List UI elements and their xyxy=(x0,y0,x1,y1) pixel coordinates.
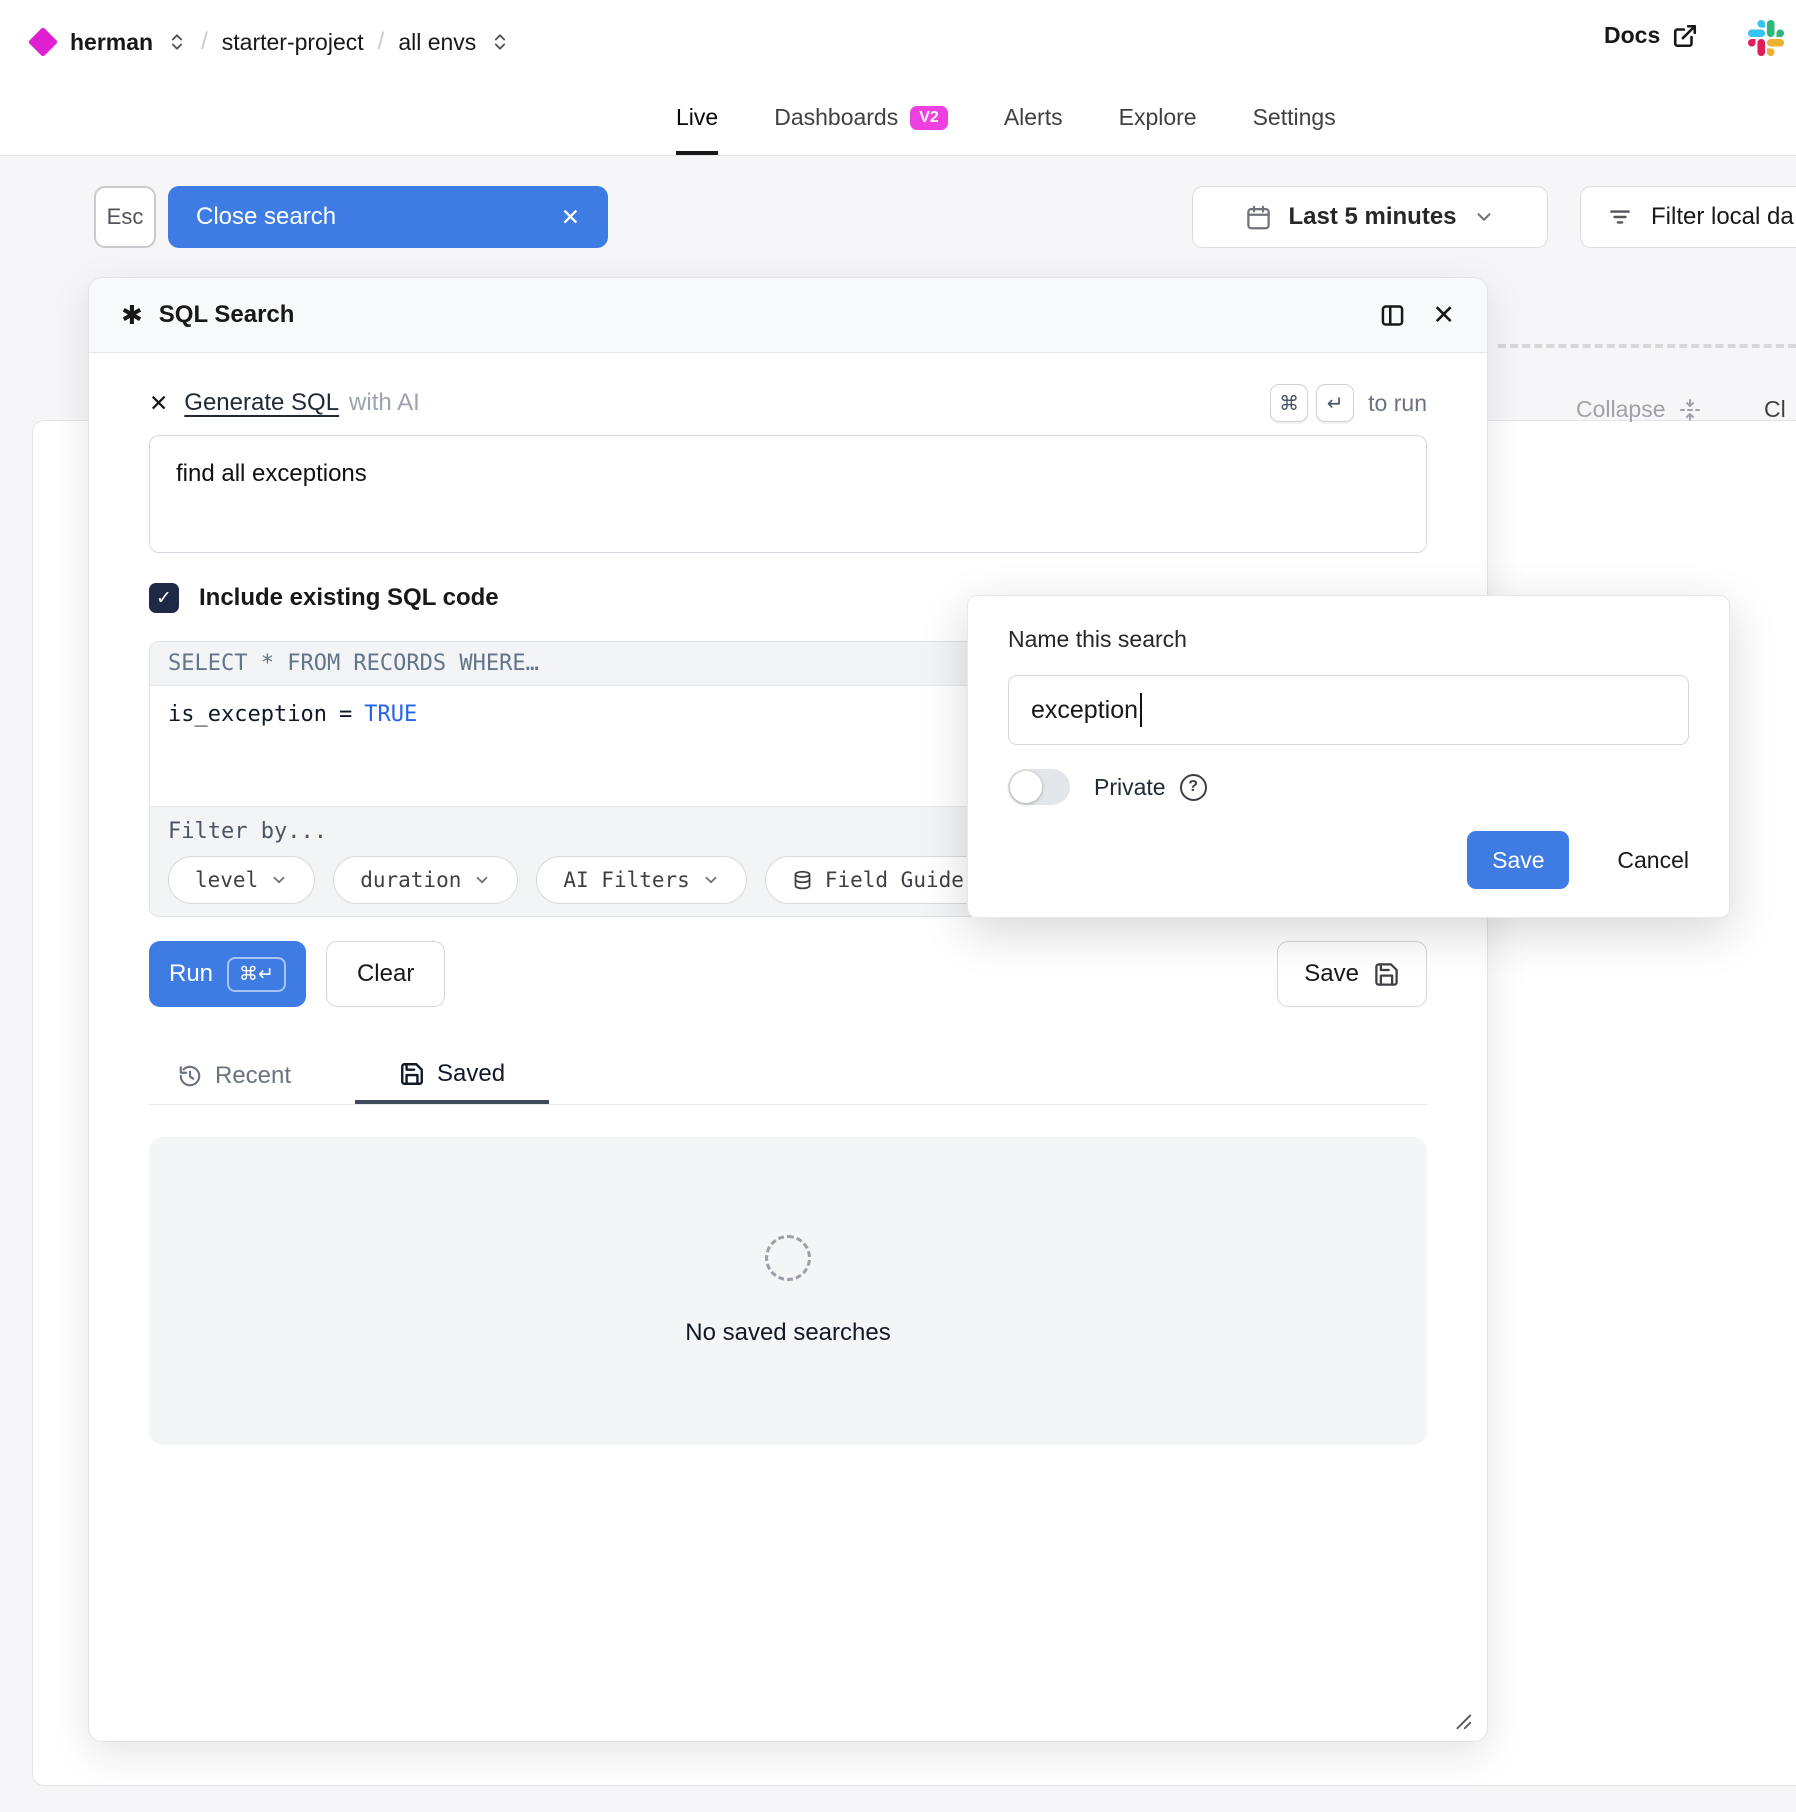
history-icon xyxy=(177,1063,203,1089)
chevron-up-down-icon[interactable] xyxy=(490,32,510,52)
search-list-tabs: Recent Saved xyxy=(149,1047,1427,1105)
run-label: Run xyxy=(169,960,213,988)
chip-ai-filters[interactable]: AI Filters xyxy=(536,856,746,904)
text-caret xyxy=(1140,693,1142,727)
toggle-knob xyxy=(1010,771,1042,803)
private-toggle[interactable] xyxy=(1008,769,1070,805)
clear-filters-partial-label[interactable]: Cl xyxy=(1764,396,1786,423)
chevron-down-icon xyxy=(1473,206,1495,228)
search-name-input[interactable]: exception xyxy=(1008,675,1689,745)
modal-cancel-button[interactable]: Cancel xyxy=(1617,847,1689,874)
tab-live[interactable]: Live xyxy=(676,104,718,155)
tab-explore[interactable]: Explore xyxy=(1119,104,1197,155)
chevron-down-icon xyxy=(270,871,288,889)
brand-diamond-icon xyxy=(28,27,58,57)
code-value: TRUE xyxy=(364,702,417,727)
chip-field-guide[interactable]: Field Guide xyxy=(765,856,991,904)
include-sql-label: Include existing SQL code xyxy=(199,584,499,612)
sparkle-icon: ✱ xyxy=(121,300,143,331)
tab-recent[interactable]: Recent xyxy=(177,1047,291,1104)
saved-searches-empty-state: No saved searches xyxy=(149,1137,1427,1445)
close-search-button[interactable]: Close search ✕ xyxy=(168,186,608,248)
save-floppy-icon xyxy=(399,1061,425,1087)
enter-key-icon: ↵ xyxy=(1316,384,1354,422)
empty-state-message: No saved searches xyxy=(685,1319,890,1347)
run-hint-label: to run xyxy=(1368,390,1427,417)
generate-sql-link[interactable]: Generate SQL xyxy=(184,389,339,417)
chart-dashed-divider xyxy=(1498,344,1796,348)
sql-search-panel: ✱ SQL Search ✕ ✕ Generate SQL with AI ⌘ … xyxy=(88,277,1488,1742)
cmd-key-icon: ⌘ xyxy=(1270,384,1308,422)
sql-search-panel-header: ✱ SQL Search ✕ xyxy=(89,278,1487,353)
calendar-icon xyxy=(1245,204,1272,231)
chevron-down-icon xyxy=(702,871,720,889)
env-selector[interactable]: all envs xyxy=(398,29,476,56)
chip-level[interactable]: level xyxy=(168,856,315,904)
generate-sql-suffix: with AI xyxy=(349,389,420,417)
chevron-up-down-icon[interactable] xyxy=(167,32,187,52)
run-shortcut-badge: ⌘↵ xyxy=(227,957,286,992)
filter-lines-icon xyxy=(1607,204,1633,230)
dock-to-side-icon[interactable] xyxy=(1379,302,1406,329)
editor-actions-row: Run ⌘↵ Clear Save xyxy=(149,941,1427,1007)
help-question-icon[interactable]: ? xyxy=(1180,774,1207,801)
top-bar: herman / starter-project / all envs Docs xyxy=(0,0,1796,156)
docs-label: Docs xyxy=(1604,22,1660,49)
private-toggle-row: Private ? xyxy=(1008,769,1689,805)
save-floppy-icon xyxy=(1373,961,1400,988)
clear-button[interactable]: Clear xyxy=(326,941,445,1007)
search-name-value: exception xyxy=(1031,696,1138,725)
modal-actions: Save Cancel xyxy=(1008,831,1689,889)
collapse-control[interactable]: Collapse xyxy=(1576,396,1702,423)
collapse-icon xyxy=(1678,398,1702,422)
run-button[interactable]: Run ⌘↵ xyxy=(149,941,306,1007)
panel-resize-handle[interactable] xyxy=(1451,1709,1473,1731)
modal-save-button[interactable]: Save xyxy=(1467,831,1569,889)
org-selector[interactable]: herman xyxy=(70,29,153,56)
close-panel-icon[interactable]: ✕ xyxy=(1432,302,1455,329)
empty-spinner-icon xyxy=(765,1235,811,1281)
filter-local-button[interactable]: Filter local da xyxy=(1580,186,1796,248)
external-link-icon xyxy=(1672,23,1698,49)
tab-settings[interactable]: Settings xyxy=(1253,104,1336,155)
include-sql-checkbox[interactable]: ✓ xyxy=(149,583,179,613)
breadcrumb-separator: / xyxy=(378,28,385,56)
chip-duration[interactable]: duration xyxy=(333,856,518,904)
database-icon xyxy=(792,870,813,891)
filter-local-label: Filter local da xyxy=(1651,203,1794,231)
main-nav: Live Dashboards V2 Alerts Explore Settin… xyxy=(676,104,1336,155)
panel-title: SQL Search xyxy=(159,301,295,329)
project-selector[interactable]: starter-project xyxy=(222,29,364,56)
time-range-label: Last 5 minutes xyxy=(1288,203,1456,231)
check-icon: ✓ xyxy=(156,587,172,610)
close-search-label: Close search xyxy=(196,203,336,231)
breadcrumb-separator: / xyxy=(201,28,208,56)
breadcrumb: herman / starter-project / all envs xyxy=(30,20,510,64)
name-search-modal: Name this search exception Private ? Sav… xyxy=(967,595,1730,918)
ai-prompt-input[interactable]: find all exceptions xyxy=(149,435,1427,553)
time-range-dropdown[interactable]: Last 5 minutes xyxy=(1192,186,1548,248)
code-operator: = xyxy=(339,702,352,727)
chevron-down-icon xyxy=(473,871,491,889)
v2-badge: V2 xyxy=(910,106,948,130)
tab-saved[interactable]: Saved xyxy=(355,1047,549,1104)
modal-title: Name this search xyxy=(1008,626,1689,653)
tab-alerts[interactable]: Alerts xyxy=(1004,104,1063,155)
close-icon: ✕ xyxy=(561,206,580,229)
docs-link[interactable]: Docs xyxy=(1604,22,1698,49)
dismiss-generate-icon[interactable]: ✕ xyxy=(149,390,168,417)
private-label: Private xyxy=(1094,774,1166,801)
collapse-label: Collapse xyxy=(1576,396,1666,423)
slack-icon[interactable] xyxy=(1748,20,1784,56)
save-search-button[interactable]: Save xyxy=(1277,941,1427,1007)
tab-dashboards[interactable]: Dashboards V2 xyxy=(774,104,948,155)
generate-sql-row: ✕ Generate SQL with AI ⌘ ↵ to run xyxy=(149,381,1427,425)
code-field: is_exception xyxy=(168,702,327,727)
esc-key-badge: Esc xyxy=(94,186,156,248)
run-shortcut-hint: ⌘ ↵ to run xyxy=(1270,384,1427,422)
